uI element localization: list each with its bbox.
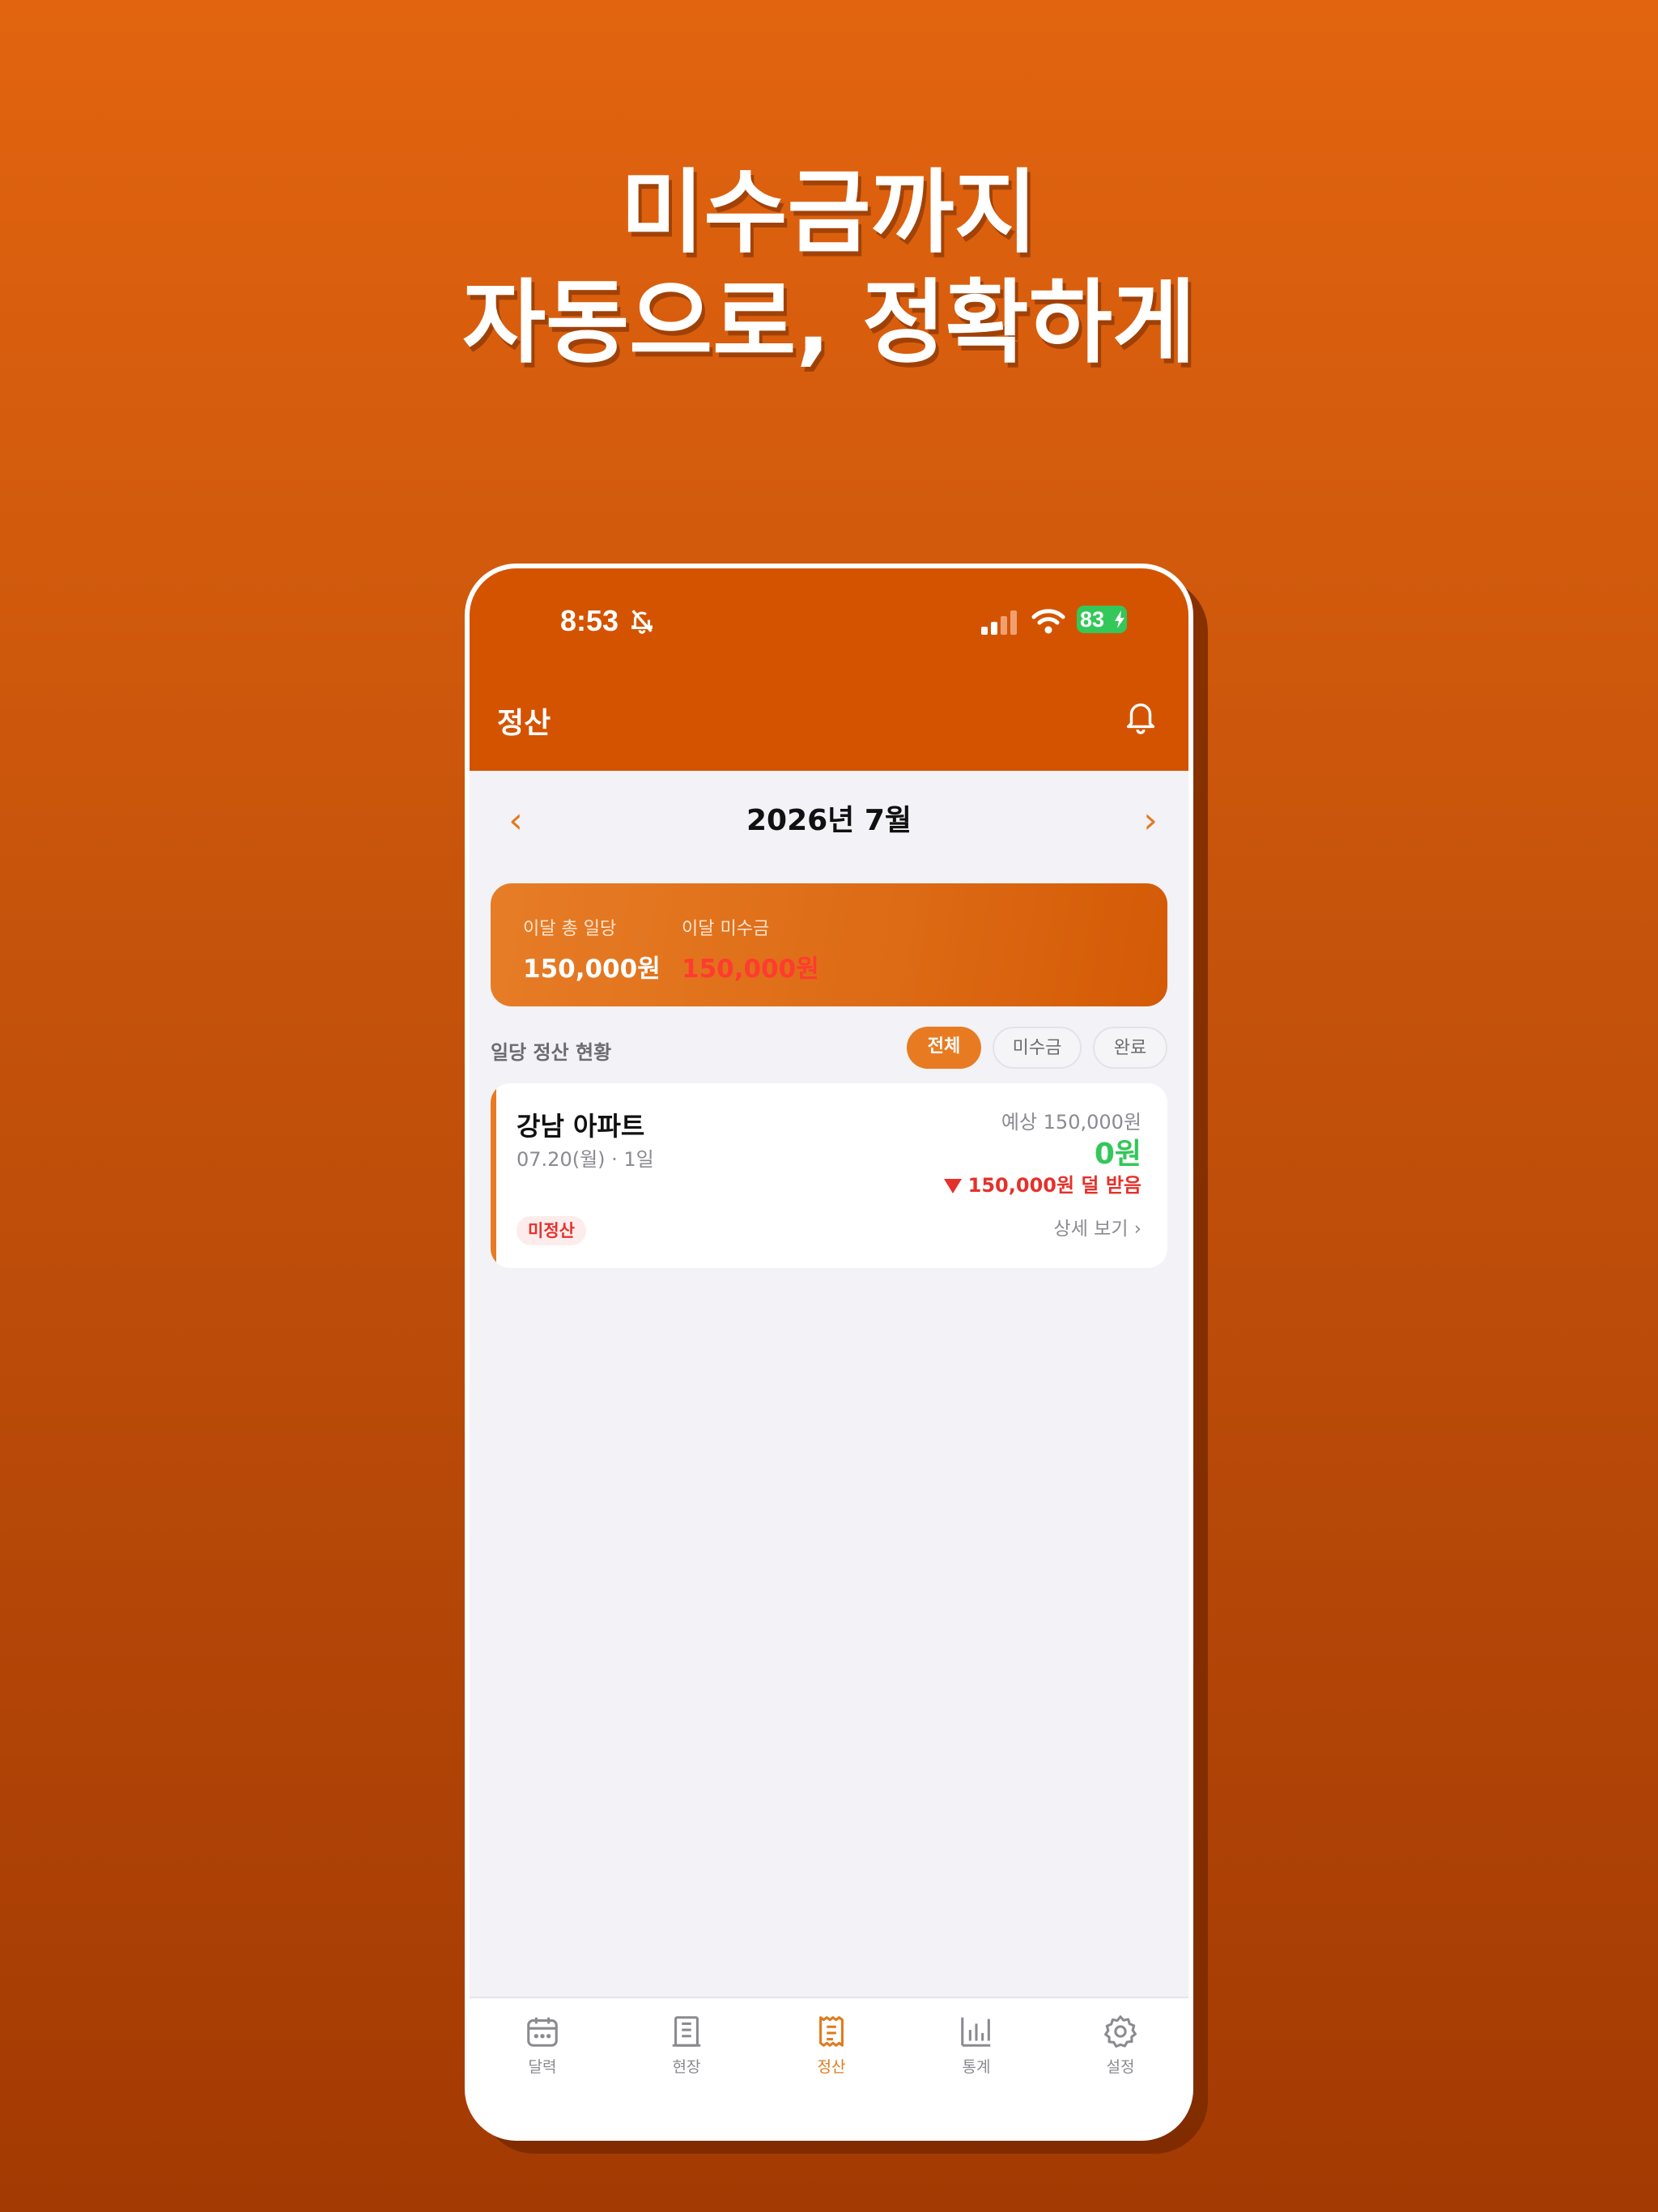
battery-indicator: 83: [1077, 606, 1127, 633]
work-date: 07.20(월) · 1일: [517, 1148, 654, 1171]
wifi-icon: [1031, 609, 1065, 634]
tab-calendar-label: 달력: [528, 2058, 557, 2076]
filter-unpaid[interactable]: 미수금: [993, 1027, 1082, 1069]
bar-chart-icon: [961, 2017, 991, 2047]
prev-month-button[interactable]: ‹: [495, 797, 536, 845]
filter-done[interactable]: 완료: [1093, 1027, 1167, 1069]
bell-icon[interactable]: [1122, 696, 1159, 735]
tab-settlement-label: 정산: [817, 2058, 846, 2076]
month-label: 2026년 7월: [746, 804, 912, 837]
tab-stats[interactable]: 통계: [928, 2013, 1025, 2077]
headline-line-2: 자동으로, 정확하게: [462, 270, 1196, 376]
unpaid-summary: 이달 미수금 150,000원: [682, 914, 819, 985]
status-badge: 미정산: [517, 1216, 586, 1245]
monthly-summary-card: 이달 총 일당 150,000원 이달 미수금 150,000원: [491, 883, 1167, 1006]
total-wage-label: 이달 총 일당: [523, 919, 617, 939]
bell-slash-icon: [631, 610, 653, 634]
total-wage-summary: 이달 총 일당 150,000원: [523, 914, 661, 985]
month-navigator: 2026년 7월 ‹ ›: [470, 797, 1188, 845]
promo-headline: 미수금까지 자동으로, 정확하게: [0, 158, 1658, 378]
headline-line-1: 미수금까지: [620, 160, 1038, 266]
down-triangle-icon: [943, 1179, 962, 1193]
tab-sites-label: 현장: [672, 2058, 701, 2076]
view-detail-link[interactable]: 상세 보기 ›: [1054, 1213, 1141, 1240]
tab-stats-label: 통계: [962, 2058, 991, 2076]
section-title: 일당 정산 현황: [491, 1041, 612, 1064]
shortfall-text: 150,000원 덜 받음: [967, 1174, 1141, 1197]
calendar-icon: [527, 2017, 558, 2047]
received-amount: 0원: [1094, 1138, 1141, 1171]
signal-icon: [981, 610, 1017, 635]
site-name: 강남 아파트: [517, 1111, 645, 1142]
phone-frame: 8:53 83 정산 2026년 7월 ‹ › 이달 총 일당 150,000원…: [465, 564, 1193, 2141]
filter-all[interactable]: 전체: [907, 1027, 981, 1069]
battery-level: 83: [1080, 607, 1105, 632]
page-title: 정산: [497, 707, 551, 740]
building-icon: [672, 2016, 701, 2047]
settlement-section-header: 일당 정산 현황 전체 미수금 완료: [491, 1027, 1167, 1069]
receipt-icon: [819, 2016, 844, 2047]
next-month-button[interactable]: ›: [1130, 797, 1171, 845]
tab-settings[interactable]: 설정: [1072, 2013, 1169, 2077]
gear-icon: [1104, 2015, 1137, 2048]
tab-calendar[interactable]: 달력: [494, 2013, 591, 2077]
total-wage-value: 150,000원: [523, 955, 661, 984]
bottom-tab-bar: 달력 현장 정산 통계 설정: [470, 1997, 1188, 2136]
tab-settlement[interactable]: 정산: [783, 2013, 880, 2077]
unpaid-value: 150,000원: [682, 955, 819, 984]
settlement-card[interactable]: 강남 아파트 07.20(월) · 1일 예상 150,000원 0원 150,…: [491, 1083, 1167, 1268]
tab-sites[interactable]: 현장: [638, 2013, 735, 2077]
tab-settings-label: 설정: [1106, 2058, 1135, 2076]
charging-bolt-icon: [1115, 610, 1124, 628]
card-accent-bar: [491, 1083, 496, 1268]
app-header: 8:53 83 정산: [470, 568, 1188, 771]
status-time: 8:53: [560, 604, 619, 637]
shortfall-amount: 150,000원 덜 받음: [943, 1169, 1141, 1197]
unpaid-label: 이달 미수금: [682, 919, 770, 939]
